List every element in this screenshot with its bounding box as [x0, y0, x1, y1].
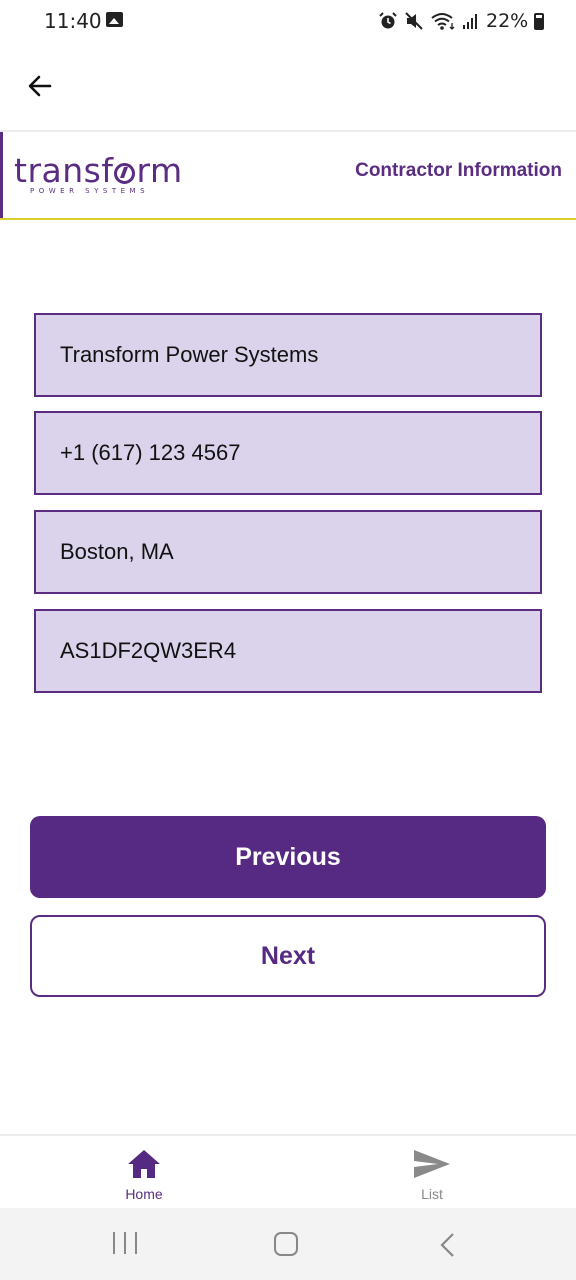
logo-word-start: transf: [14, 151, 114, 190]
mute-icon: [405, 12, 423, 30]
signal-icon: [463, 14, 477, 29]
system-home-button[interactable]: [274, 1232, 298, 1256]
company-name-field[interactable]: Transform Power Systems: [34, 313, 542, 397]
logo-word-end: rm: [136, 151, 183, 190]
recents-icon-bar: [124, 1232, 126, 1254]
recents-icon-bar: [113, 1232, 115, 1254]
phone-field[interactable]: +1 (617) 123 4567: [34, 411, 542, 495]
logo-power-icon: [114, 163, 136, 184]
battery-icon: [534, 12, 545, 30]
home-icon: [128, 1150, 160, 1178]
system-nav-bar: [0, 1208, 576, 1280]
company-name-value: Transform Power Systems: [60, 342, 319, 367]
alarm-icon: [379, 12, 397, 29]
transform-logo: transf rm POWER SYSTEMS: [14, 154, 183, 196]
arrow-left-icon: [28, 75, 52, 97]
wifi-icon: [431, 13, 455, 30]
page-header: transf rm POWER SYSTEMS Contractor Inform…: [0, 132, 576, 220]
nav-item-list[interactable]: List: [372, 1148, 492, 1202]
app-bar: [0, 44, 576, 130]
system-back-button[interactable]: [438, 1232, 458, 1263]
bottom-nav: Home List: [0, 1134, 576, 1208]
back-button[interactable]: [20, 66, 60, 106]
recents-button[interactable]: [113, 1232, 137, 1256]
header-accent-bar: [0, 132, 3, 218]
gallery-icon: [106, 12, 123, 27]
phone-value: +1 (617) 123 4567: [60, 440, 241, 465]
battery-percent: 22%: [486, 10, 529, 32]
status-bar: 11:40 22%: [0, 0, 576, 44]
send-icon: [414, 1150, 450, 1178]
page-title: Contractor Information: [355, 160, 562, 181]
recents-icon-bar: [135, 1232, 137, 1254]
status-icons: 22%: [378, 10, 545, 32]
location-field[interactable]: Boston, MA: [34, 510, 542, 594]
previous-button[interactable]: Previous: [30, 816, 546, 898]
nav-label-home: Home: [125, 1186, 163, 1202]
nav-label-list: List: [421, 1186, 443, 1202]
chevron-left-icon: [440, 1233, 454, 1257]
license-field[interactable]: AS1DF2QW3ER4: [34, 609, 542, 693]
nav-item-home[interactable]: Home: [84, 1148, 204, 1202]
status-time: 11:40: [44, 9, 102, 33]
logo-wordmark: transf rm: [14, 154, 183, 188]
license-value: AS1DF2QW3ER4: [60, 638, 237, 663]
next-button[interactable]: Next: [30, 915, 546, 997]
location-value: Boston, MA: [60, 539, 174, 564]
